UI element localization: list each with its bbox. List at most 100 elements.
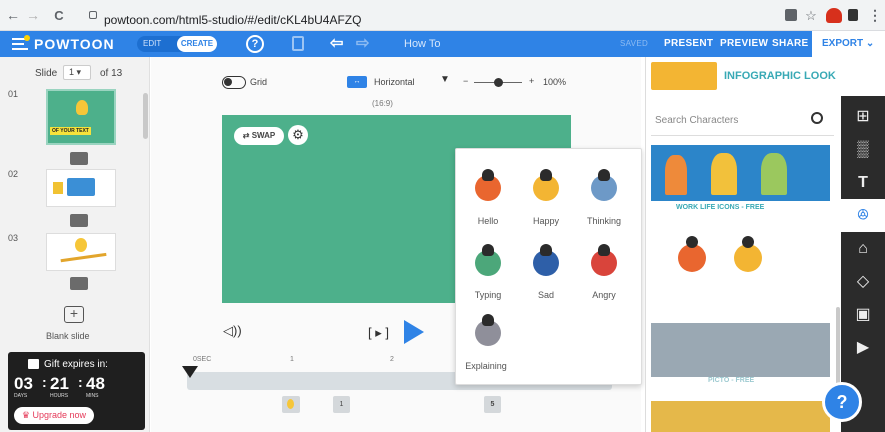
countdown-days: 03 [14, 374, 33, 393]
swap-button[interactable]: ⇄ SWAP [234, 127, 284, 145]
create-mode-button[interactable]: CREATE [177, 36, 217, 52]
playhead[interactable] [182, 366, 198, 378]
pack-3-thumbnail[interactable] [651, 401, 830, 432]
timeline-bulb-marker[interactable] [282, 396, 300, 413]
pack-picto-thumbnail[interactable] [651, 323, 830, 377]
pose-label: Thinking [586, 216, 622, 226]
pack-work-life-thumbnail[interactable] [651, 145, 830, 201]
props-icon[interactable]: ⌂ [841, 232, 885, 265]
grid-label: Grid [250, 77, 268, 87]
orientation-label[interactable]: Horizontal [374, 77, 415, 87]
timeline-marker-1[interactable]: 1 [333, 396, 350, 413]
puzzle-icon[interactable] [848, 9, 858, 21]
pose-sad[interactable] [533, 244, 559, 276]
zoom-value: 100% [543, 77, 567, 87]
redo-icon[interactable]: ⇨ [356, 31, 370, 57]
blank-slide-label: Blank slide [46, 331, 90, 341]
add-media-icon[interactable] [70, 152, 88, 165]
pose-typing[interactable] [475, 244, 501, 276]
share-button[interactable]: SHARE [772, 31, 809, 57]
export-button[interactable]: EXPORT ⌄ [812, 31, 885, 57]
library-character-1[interactable] [678, 232, 706, 274]
slide-selector[interactable]: 1 ▾ [63, 65, 91, 80]
countdown-mins: 48 [86, 374, 105, 393]
add-blank-slide-button[interactable]: + [64, 306, 84, 323]
pose-angry[interactable] [591, 244, 617, 276]
shapes-icon[interactable]: ◇ [841, 265, 885, 298]
search-field[interactable]: Search Characters [651, 106, 834, 136]
timeline-marker-2[interactable]: 5 [484, 396, 501, 413]
pencil-icon [60, 252, 108, 270]
help-icon[interactable]: ? [246, 35, 264, 53]
upgrade-button[interactable]: ♛ Upgrade now [14, 407, 94, 424]
translate-icon[interactable] [785, 9, 797, 21]
pack-work-life-label: WORK LIFE ICONS - FREE [676, 204, 765, 211]
pose-thinking[interactable] [591, 169, 617, 201]
project-title[interactable]: How To [404, 31, 440, 57]
zoom-handle[interactable] [494, 78, 503, 87]
text-icon[interactable]: T [841, 166, 885, 199]
slides-scrollbar[interactable] [143, 93, 148, 139]
slide-number: 02 [8, 169, 19, 179]
category-title[interactable]: INFOGRAPHIC LOOK [724, 70, 836, 82]
pose-explaining[interactable] [475, 314, 501, 346]
orientation-icon: ↔ [347, 76, 367, 88]
browser-menu-icon[interactable]: ⋮ [868, 0, 882, 31]
slide-thumb-1[interactable]: OF YOUR TEXT [46, 89, 116, 145]
timeline-tick-1: 1 [290, 356, 294, 363]
preview-button[interactable]: PREVIEW [720, 31, 768, 57]
library-character-2[interactable] [734, 232, 762, 274]
tools-sidebar-top [841, 57, 885, 96]
library-scrollbar[interactable] [836, 307, 840, 387]
zoom-in-icon[interactable]: + [529, 76, 534, 86]
help-chat-button[interactable]: ? [822, 382, 862, 422]
add-media-icon[interactable] [70, 214, 88, 227]
add-media-icon[interactable] [70, 277, 88, 290]
slide-count: of 13 [100, 68, 123, 79]
settings-icon[interactable]: ⚙ [288, 125, 308, 145]
present-button[interactable]: PRESENT [664, 31, 713, 57]
forward-icon[interactable]: → [26, 0, 40, 31]
screen-icon [67, 178, 95, 196]
slide-caption: OF YOUR TEXT [50, 127, 91, 135]
pose-hello[interactable] [475, 169, 501, 201]
category-thumbnail [651, 62, 717, 90]
characters-icon[interactable]: ꔮ [841, 199, 885, 232]
days-label: DAYS [14, 393, 28, 399]
bulb-icon [75, 238, 87, 252]
crown-icon: ♛ [21, 410, 30, 420]
search-icon[interactable] [811, 112, 823, 124]
layout-icon[interactable]: ⊞ [841, 100, 885, 133]
slide-thumb-2[interactable] [46, 169, 116, 207]
countdown-separator: : [42, 374, 47, 390]
grid-toggle[interactable] [222, 76, 246, 89]
video-icon[interactable]: ▶ [841, 331, 885, 364]
countdown-separator: : [78, 374, 83, 390]
notes-icon[interactable] [292, 36, 304, 51]
play-scene-icon[interactable]: [ ▸ ] [368, 325, 389, 341]
play-icon[interactable] [404, 320, 424, 344]
undo-icon[interactable]: ⇦ [330, 31, 344, 57]
slide-selector-value: 1 [69, 67, 75, 77]
media-icon[interactable]: ▣ [841, 298, 885, 331]
slide-number: 01 [8, 89, 19, 99]
slide-thumb-3[interactable] [46, 233, 116, 271]
extension-icon[interactable] [826, 8, 842, 23]
reload-icon[interactable]: C [52, 0, 66, 31]
address-bar[interactable]: powtoon.com/html5-studio/#/edit/cKL4bU4A… [82, 5, 818, 27]
gift-title: Gift expires in: [44, 359, 108, 370]
shape-icon [53, 182, 63, 194]
zoom-slider[interactable] [474, 78, 522, 87]
bulb-icon [76, 100, 88, 115]
edit-mode-button[interactable]: EDIT [143, 36, 161, 52]
back-icon[interactable]: ← [6, 0, 20, 31]
pose-happy[interactable] [533, 169, 559, 201]
speaker-icon[interactable]: ◁)) [223, 323, 242, 339]
star-icon[interactable]: ☆ [803, 0, 819, 31]
mins-label: MINS [86, 393, 99, 399]
pack-picto-label: PICTO - FREE [708, 377, 755, 384]
pattern-icon[interactable]: ▒ [841, 133, 885, 166]
zoom-out-icon[interactable]: − [463, 76, 468, 86]
orientation-dropdown-icon[interactable]: ▼ [440, 74, 450, 85]
timeline-tick-2: 2 [390, 356, 394, 363]
